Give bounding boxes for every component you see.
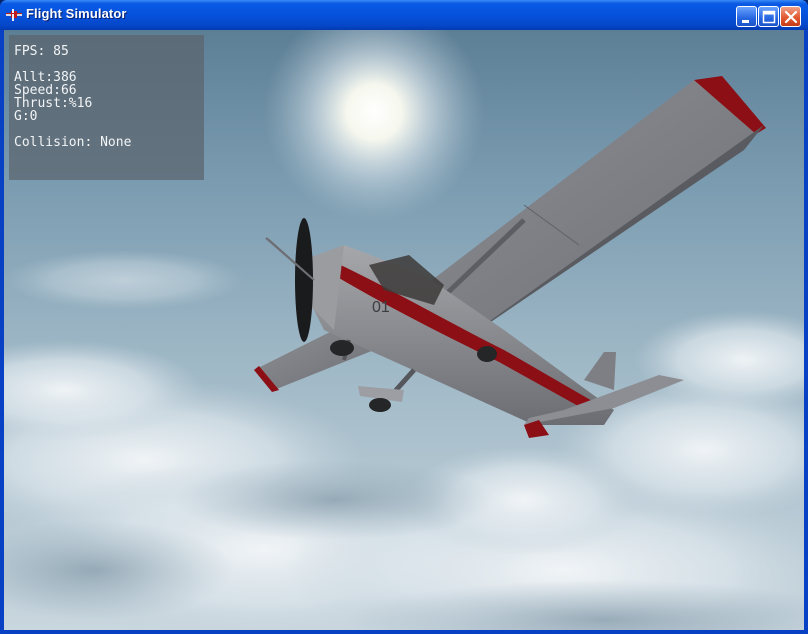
window-border-bottom (0, 630, 808, 634)
maximize-icon (762, 10, 776, 24)
minimize-button[interactable] (736, 6, 757, 27)
aircraft-registration: 01 (372, 299, 390, 316)
3d-viewport[interactable]: 01 FPS: 85 Allt:386 Speed:66 Thrust:%16 … (4, 30, 804, 630)
fps-readout: FPS: 85 (14, 44, 69, 59)
window-border-right (804, 30, 808, 630)
app-window: Flight Simulator 01 FPS: 85 Allt:386 Spe… (0, 0, 808, 634)
close-icon (784, 10, 798, 24)
airplane-app-icon (6, 9, 22, 21)
collision-readout: Collision: None (14, 135, 132, 150)
hud-panel: FPS: 85 Allt:386 Speed:66 Thrust:%16 G:0… (9, 35, 204, 180)
title-bar[interactable]: Flight Simulator (0, 0, 808, 30)
minimize-icon (742, 20, 749, 23)
close-button[interactable] (780, 6, 801, 27)
maximize-button[interactable] (758, 6, 779, 27)
g-force-readout: G:0 (14, 109, 38, 124)
window-title: Flight Simulator (26, 6, 127, 21)
